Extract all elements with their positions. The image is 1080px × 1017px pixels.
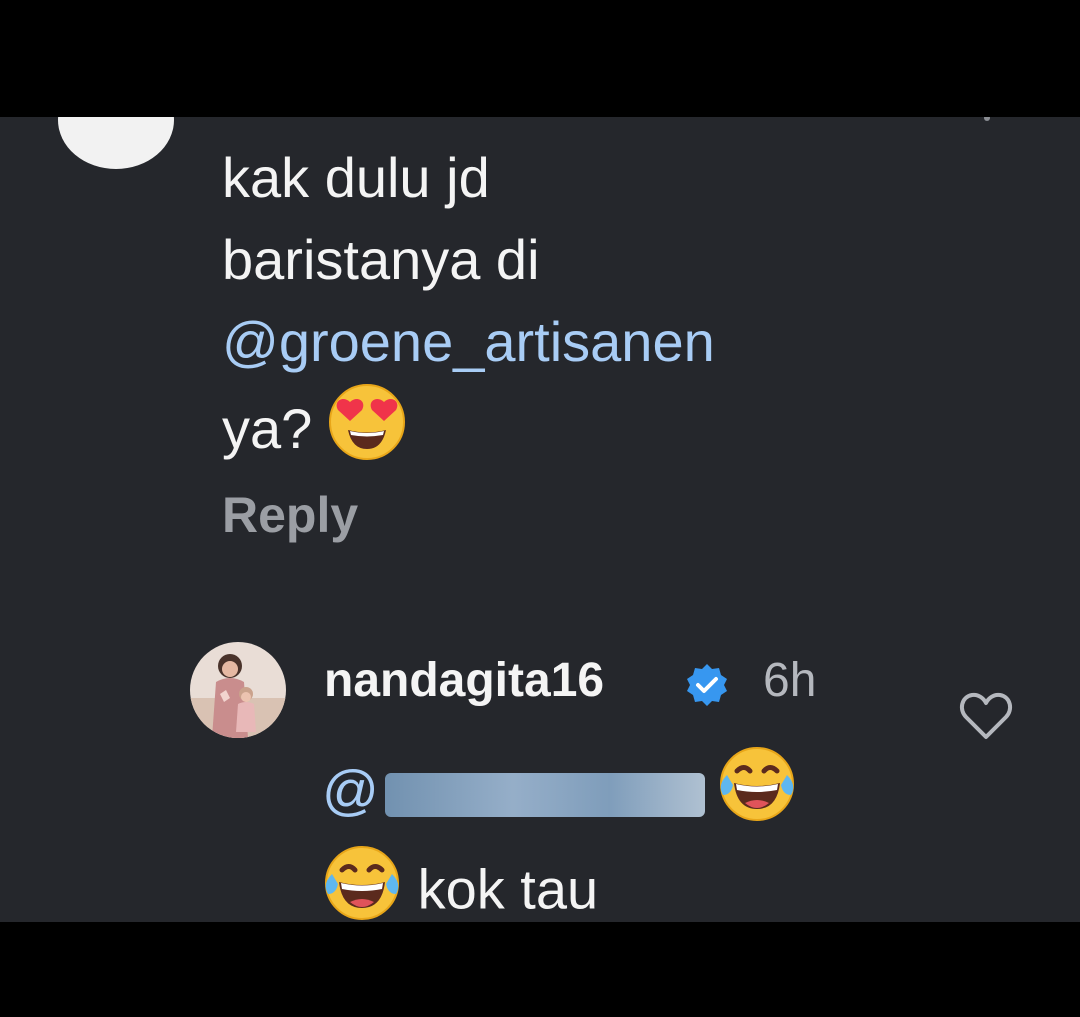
comment-line: kak dulu jd (222, 146, 490, 209)
heart-outline-icon[interactable] (958, 690, 1014, 742)
laughing-tears-emoji-icon (717, 745, 797, 844)
comment-line: baristanya di (222, 228, 540, 291)
parent-comment-text: kak dulu jd baristanya di @groene_artisa… (222, 137, 862, 483)
redacted-mention (384, 772, 705, 817)
commenter-avatar[interactable] (58, 117, 174, 169)
comment-line-text: ya? (222, 396, 313, 460)
more-options-icon[interactable] (984, 117, 990, 121)
reply-button[interactable]: Reply (222, 482, 358, 548)
verified-badge-icon (684, 662, 730, 708)
comment-line: kok tau (322, 844, 882, 922)
user-avatar[interactable] (190, 642, 286, 738)
username-link[interactable]: nandagita16 (324, 649, 604, 713)
mention-link[interactable]: @ (322, 758, 379, 821)
comment-line: ya? (222, 383, 862, 483)
comment-time: 6h (763, 654, 817, 707)
reply-comment-text: @ kok tau (322, 745, 882, 922)
heart-eyes-emoji-icon (328, 383, 406, 483)
mention-link[interactable]: @groene_artisanen (222, 301, 862, 383)
comment-line: @ (322, 745, 882, 844)
laughing-tears-emoji-icon (322, 844, 402, 922)
comments-screen: kak dulu jd baristanya di @groene_artisa… (0, 117, 1080, 922)
comment-line-text: kok tau (417, 857, 599, 921)
